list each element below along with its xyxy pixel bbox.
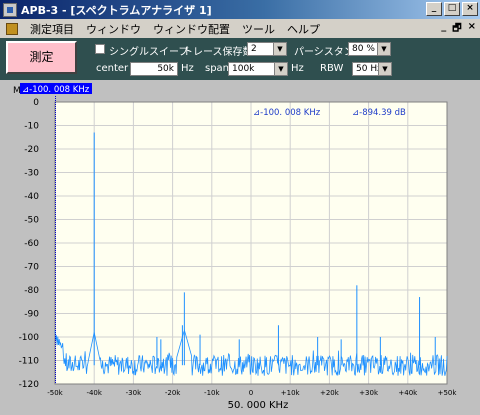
y-tick-label: 0: [33, 98, 39, 108]
x-tick-label: -50k: [47, 389, 63, 397]
y-tick-label: -120: [19, 380, 40, 390]
spectrum-chart-panel: 0 -10 -20 -30 -40 -50 -60 -70 -80 -90 -100 -110 -120…: [0, 80, 480, 415]
center-label: center: [96, 63, 129, 74]
y-tick-label: -110: [19, 357, 40, 367]
x-tick-label: -40k: [86, 389, 102, 397]
y-tick-label: -90: [24, 310, 39, 320]
trace-keep-label: トレース保存数: [183, 47, 253, 58]
delta-frequency: ⊿-100. 008 KHz: [253, 108, 321, 118]
trace-keep-value: 2: [251, 44, 257, 54]
menu-bar: 測定項目 ウィンドウ ウィンドウ配置 ツール ヘルプ _ 🗗 ×: [0, 19, 480, 38]
y-tick-label: -80: [24, 286, 39, 296]
y-tick-label: -30: [24, 169, 39, 179]
y-tick-label: -10: [24, 122, 39, 132]
window-controls: _ □ ×: [426, 2, 478, 16]
center-input[interactable]: 50k: [130, 62, 178, 76]
control-panel: 測定 シングルスイープ トレース保存数 2 ▼ パーシスタンス 80 % ▼ c…: [0, 38, 480, 80]
x-tick-label: -20k: [165, 389, 181, 397]
x-tick-label: +40k: [398, 389, 418, 397]
y-tick-label: -40: [24, 192, 39, 202]
y-tick-label: -70: [24, 263, 39, 273]
persistence-select[interactable]: 80 % ▼: [348, 42, 391, 56]
y-axis-ticks: 0 -10 -20 -30 -40 -50 -60 -70 -80 -90 -100 -110 -120: [19, 98, 40, 390]
spectrum-chart[interactable]: 0 -10 -20 -30 -40 -50 -60 -70 -80 -90 -100 -110 -120…: [0, 80, 480, 415]
single-sweep-label: シングルスイープ: [109, 47, 189, 58]
measure-button[interactable]: 測定: [6, 41, 77, 74]
x-tick-label: +50k: [438, 389, 458, 397]
center-unit: Hz: [181, 63, 194, 74]
persistence-value: 80 %: [352, 44, 375, 54]
menu-window[interactable]: ウィンドウ: [80, 21, 147, 37]
rbw-label: RBW: [320, 63, 344, 74]
x-tick-label: -30k: [126, 389, 142, 397]
marker-readout: ⊿-100. 008 KHz: [22, 85, 90, 95]
menu-window-layout[interactable]: ウィンドウ配置: [147, 21, 236, 37]
chevron-down-icon: ▼: [273, 43, 286, 55]
close-button[interactable]: ×: [462, 2, 478, 16]
y-tick-label: -50: [24, 216, 39, 226]
chevron-down-icon: ▼: [274, 63, 287, 75]
y-tick-label: -60: [24, 239, 39, 249]
chevron-down-icon: ▼: [377, 43, 390, 55]
chevron-down-icon: ▼: [378, 63, 391, 75]
span-value: 100k: [232, 64, 255, 74]
x-tick-label: +30k: [359, 389, 379, 397]
maximize-button[interactable]: □: [444, 2, 460, 16]
y-tick-label: -20: [24, 145, 39, 155]
trace-keep-select[interactable]: 2 ▼: [247, 42, 287, 56]
x-tick-label: +20k: [320, 389, 340, 397]
mdi-minimize-button[interactable]: _: [441, 21, 446, 38]
menu-measurement[interactable]: 測定項目: [24, 21, 80, 37]
mdi-close-button[interactable]: ×: [468, 21, 476, 38]
menu-help[interactable]: ヘルプ: [281, 21, 326, 37]
x-tick-label: 0: [249, 389, 253, 397]
marker-letter: M: [13, 86, 21, 96]
title-bar: APB-3 - [スペクトラムアナライザ 1] _ □ ×: [0, 0, 480, 19]
mdi-controls: _ 🗗 ×: [441, 21, 476, 38]
app-icon: [3, 2, 17, 17]
span-label: span: [205, 63, 230, 74]
x-tick-label: -10k: [204, 389, 220, 397]
span-select[interactable]: 100k ▼: [228, 62, 288, 76]
window-title: APB-3 - [スペクトラムアナライザ 1]: [21, 3, 212, 17]
delta-level: ⊿-894.39 dB: [352, 108, 406, 118]
x-axis-ticks: -50k -40k -30k -20k -10k 0 +10k +20k +30k +40k +50…: [47, 389, 457, 397]
single-sweep-checkbox[interactable]: [95, 44, 105, 54]
center-frequency-label: 50. 000 KHz: [228, 400, 289, 411]
x-tick-label: +10k: [281, 389, 301, 397]
document-icon[interactable]: [6, 22, 18, 35]
span-unit: Hz: [291, 63, 304, 74]
rbw-select[interactable]: 50 Hz ▼: [352, 62, 392, 76]
y-tick-label: -100: [19, 333, 40, 343]
mdi-restore-button[interactable]: 🗗: [452, 21, 461, 38]
menu-tools[interactable]: ツール: [236, 21, 281, 37]
minimize-button[interactable]: _: [426, 2, 442, 16]
